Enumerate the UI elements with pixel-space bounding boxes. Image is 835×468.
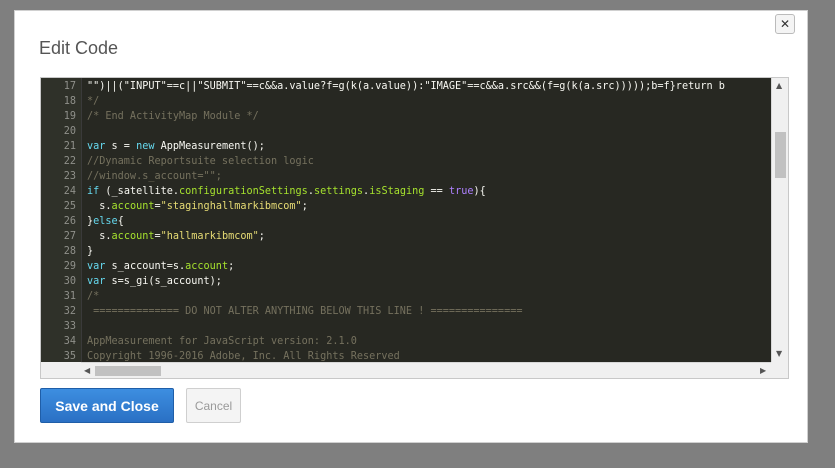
code-token: else <box>93 216 118 227</box>
code-token: new <box>136 141 155 152</box>
code-token: s. <box>87 201 112 212</box>
code-line: //Dynamic Reportsuite selection logic <box>81 154 314 169</box>
save-and-close-button[interactable]: Save and Close <box>40 388 174 423</box>
code-token: s_account=s. <box>105 261 186 272</box>
close-button[interactable]: ✕ <box>775 14 795 34</box>
scrollbar-corner <box>771 362 788 378</box>
code-token: /* <box>87 291 100 302</box>
code-token: (_satellite. <box>99 186 180 197</box>
code-token: /* End ActivityMap Module */ <box>87 111 259 122</box>
line-number: 33 <box>63 321 76 332</box>
code-line: if (_satellite.configurationSettings.set… <box>81 184 486 199</box>
dialog-title: Edit Code <box>39 38 119 58</box>
code-line: var s_account=s.account; <box>81 259 234 274</box>
code-token: s = <box>105 141 137 152</box>
line-number: 23 <box>63 171 76 182</box>
gutter-bottom-filler <box>41 362 81 378</box>
code-token: var <box>87 261 106 272</box>
code-line: var s = new AppMeasurement(); <box>81 139 265 154</box>
line-number: 28 <box>63 246 76 257</box>
scroll-right-arrow-icon[interactable]: ▶ <box>760 367 766 375</box>
code-token: == <box>424 186 449 197</box>
code-token: AppMeasurement for JavaScript version: 2… <box>87 336 357 347</box>
vertical-scroll-thumb[interactable] <box>775 132 786 178</box>
code-token: s. <box>87 231 112 242</box>
edit-code-dialog: Edit Code ✕ 17 18 19 20 21 22 23 24 25 26 27 28 29 30… <box>14 10 808 443</box>
code-line: */ <box>81 94 99 109</box>
code-token: account <box>185 261 229 272</box>
line-number: 31 <box>63 291 76 302</box>
code-token: "hallmarkibmcom" <box>160 231 259 242</box>
code-line: ============== DO NOT ALTER ANYTHING BEL… <box>81 304 522 319</box>
code-line: /* <box>81 289 99 304</box>
code-token: ; <box>228 261 235 272</box>
code-token: var <box>87 276 106 287</box>
line-number-gutter: 1718192021222324252627282930313233343536 <box>41 78 82 377</box>
code-line: /* End ActivityMap Module */ <box>81 109 259 124</box>
line-number: 19 <box>63 111 76 122</box>
code-token: configurationSettings <box>179 186 308 197</box>
horizontal-scroll-thumb[interactable] <box>95 366 161 376</box>
vertical-scrollbar[interactable]: ▲ ▼ <box>771 78 788 364</box>
line-number: 30 <box>63 276 76 287</box>
code-token: "staginghallmarkibmcom" <box>160 201 302 212</box>
code-token: account <box>111 231 155 242</box>
code-token: { <box>117 216 124 227</box>
scroll-down-arrow-icon[interactable]: ▼ <box>776 350 782 358</box>
code-line: s.account="hallmarkibmcom"; <box>81 229 265 244</box>
code-line: AppMeasurement for JavaScript version: 2… <box>81 334 357 349</box>
code-token: ; <box>301 201 308 212</box>
code-token: //window.s_account=""; <box>87 171 222 182</box>
code-token: ============== DO NOT ALTER ANYTHING BEL… <box>87 306 523 317</box>
line-number: 32 <box>63 306 76 317</box>
line-number: 24 <box>63 186 76 197</box>
line-number: 18 <box>63 96 76 107</box>
code-token: "")||("INPUT"==c||"SUBMIT"==c&&a.value?f… <box>87 81 725 92</box>
line-number: 20 <box>63 126 76 137</box>
code-line: //window.s_account=""; <box>81 169 222 184</box>
code-token: s=s_gi(s_account); <box>105 276 222 287</box>
code-token: AppMeasurement(); <box>154 141 265 152</box>
line-number: 17 <box>63 81 76 92</box>
code-line: var s=s_gi(s_account); <box>81 274 222 289</box>
code-token: true <box>448 186 474 197</box>
line-number: 34 <box>63 336 76 347</box>
close-icon: ✕ <box>779 17 791 31</box>
line-number: 27 <box>63 231 76 242</box>
line-number: 22 <box>63 156 76 167</box>
code-line: }else{ <box>81 214 124 229</box>
scroll-left-arrow-icon[interactable]: ◀ <box>84 367 90 375</box>
cancel-button[interactable]: Cancel <box>186 388 241 423</box>
code-editor[interactable]: 1718192021222324252627282930313233343536… <box>40 77 789 379</box>
code-text-area[interactable]: "")||("INPUT"==c||"SUBMIT"==c&&a.value?f… <box>81 78 772 364</box>
code-token: ){ <box>473 186 486 197</box>
code-line: s.account="staginghallmarkibmcom"; <box>81 199 308 214</box>
code-line: } <box>81 244 93 259</box>
code-token: //Dynamic Reportsuite selection logic <box>87 156 314 167</box>
code-token: ; <box>258 231 265 242</box>
code-token: if <box>87 186 100 197</box>
line-number: 26 <box>63 216 76 227</box>
code-token: */ <box>87 96 100 107</box>
code-token: account <box>111 201 155 212</box>
line-number: 21 <box>63 141 76 152</box>
scroll-up-arrow-icon[interactable]: ▲ <box>776 82 782 90</box>
code-token: } <box>87 246 94 257</box>
horizontal-scrollbar[interactable]: ◀ ▶ <box>81 362 772 378</box>
code-token: var <box>87 141 106 152</box>
line-number: 29 <box>63 261 76 272</box>
line-number: 25 <box>63 201 76 212</box>
code-token: settings <box>313 186 364 197</box>
code-line: "")||("INPUT"==c||"SUBMIT"==c&&a.value?f… <box>81 79 725 94</box>
code-token: Copyright 1996-2016 Adobe, Inc. All Righ… <box>87 351 400 362</box>
code-token: isStaging <box>369 186 425 197</box>
